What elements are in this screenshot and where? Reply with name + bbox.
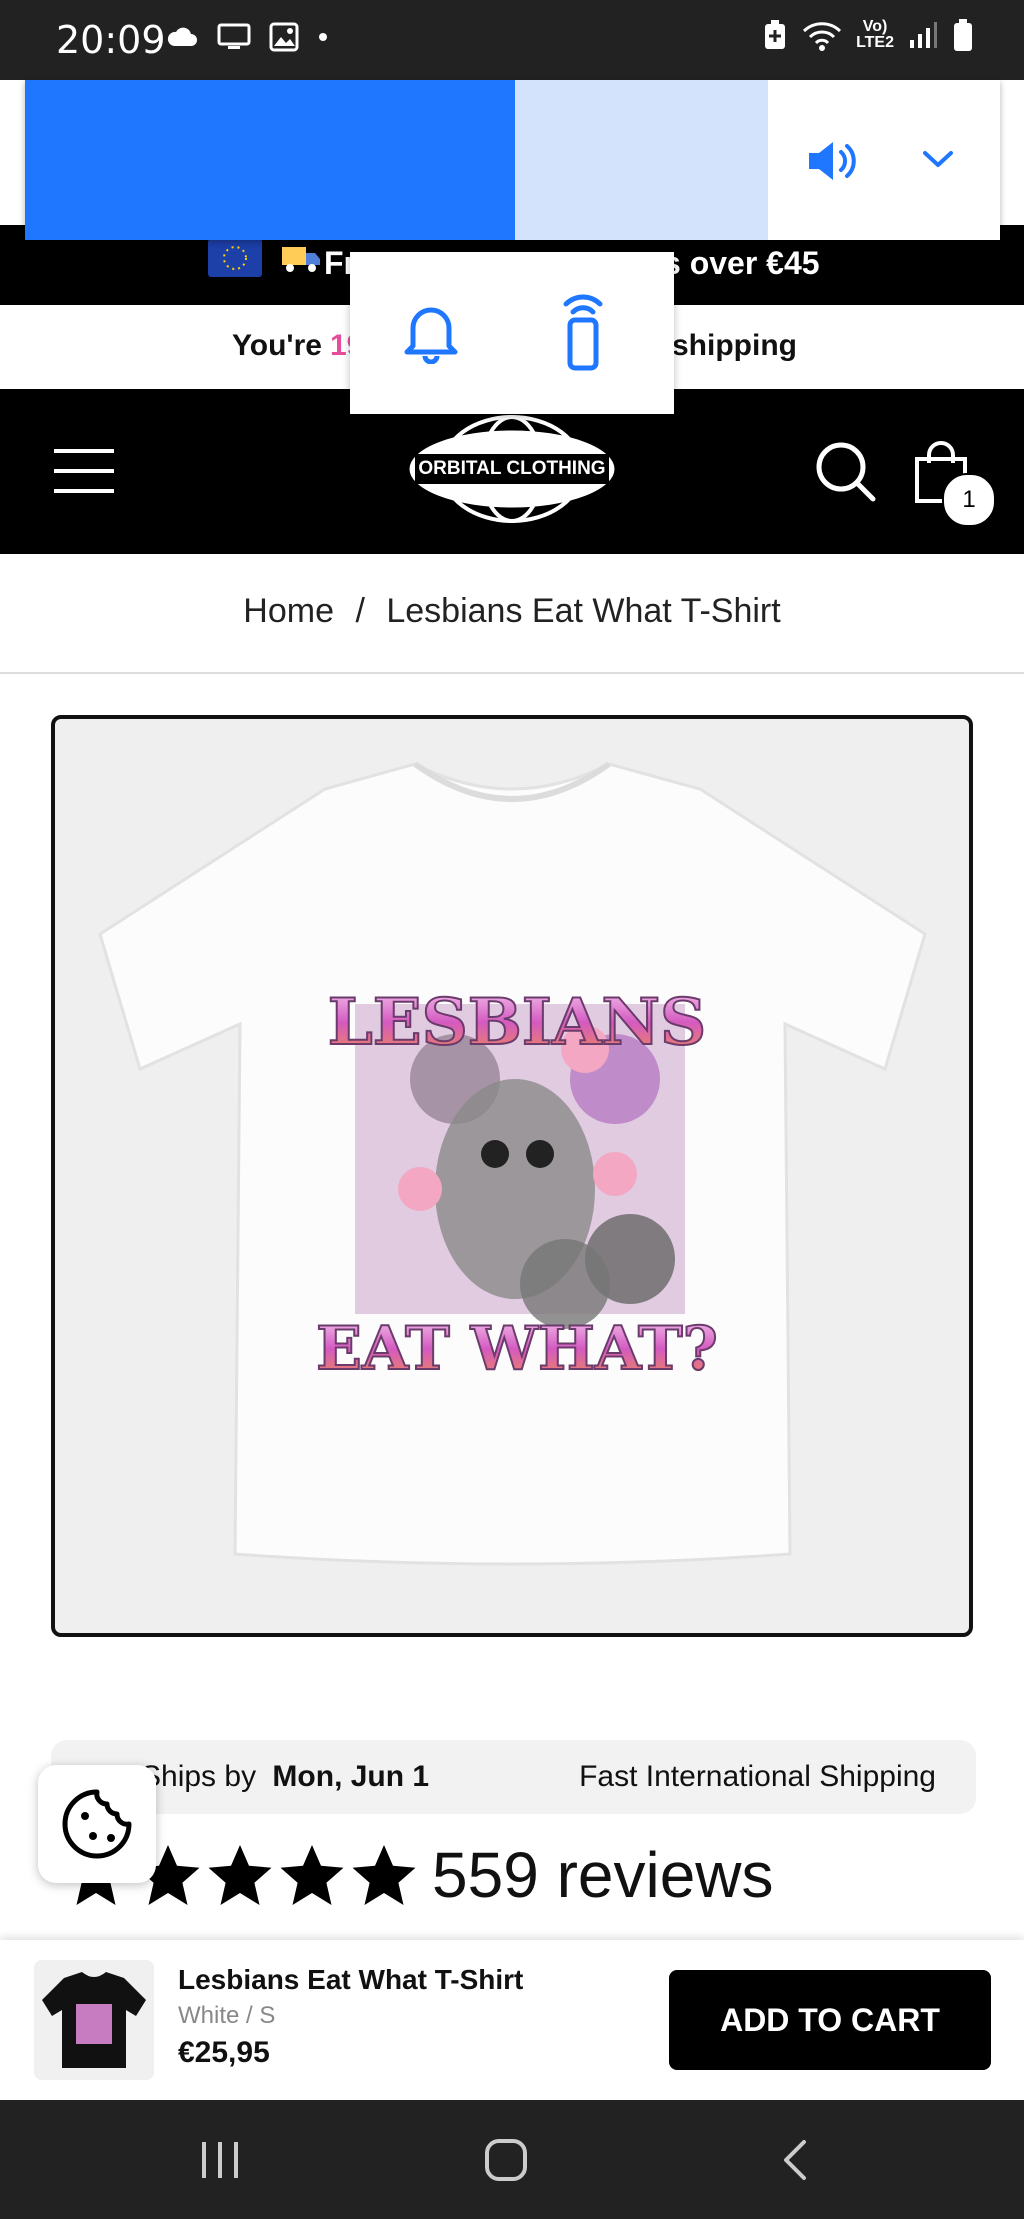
review-count: 559 reviews — [432, 1839, 774, 1911]
breadcrumb: Home / Lesbians Eat What T-Shirt — [0, 554, 1024, 674]
breadcrumb-separator: / — [355, 592, 365, 630]
sound-mode-panel — [350, 252, 674, 414]
bell-icon[interactable] — [403, 300, 459, 364]
breadcrumb-current: Lesbians Eat What T-Shirt — [386, 592, 781, 630]
cookie-icon — [62, 1789, 132, 1859]
battery-icon — [954, 19, 972, 51]
speaker-icon[interactable] — [805, 138, 861, 184]
cast-screen-icon — [217, 23, 251, 49]
graphic-bottom-text: EAT WHAT? — [316, 1314, 718, 1384]
remote-icon[interactable] — [558, 292, 608, 372]
shipping-suffix: shipping — [672, 329, 797, 362]
sticky-product-name: Lesbians Eat What T-Shirt — [178, 1964, 524, 1995]
announcement-text-right: s over €45 — [663, 245, 820, 281]
sticky-product-price: €25,95 — [178, 2036, 270, 2069]
shipping-prefix: You're — [232, 329, 322, 362]
signal-icon — [910, 22, 937, 48]
network-type: Vo) LTE2 — [856, 18, 894, 51]
volume-panel — [25, 80, 1000, 240]
product-image[interactable]: LESBIANS EAT WHAT? — [51, 715, 973, 1637]
dot-icon — [319, 33, 327, 41]
star-icon — [208, 1845, 272, 1905]
reviews-summary[interactable]: 559 reviews — [60, 1830, 774, 1920]
cloud-icon — [167, 27, 197, 46]
wifi-icon — [803, 22, 842, 51]
home-icon[interactable] — [484, 2138, 528, 2182]
clock: 20:09 — [56, 18, 166, 62]
ships-info: Ships by Mon, Jun 1 Fast International S… — [51, 1740, 976, 1814]
search-icon[interactable] — [815, 441, 877, 503]
gallery-icon — [269, 22, 299, 52]
menu-icon[interactable] — [54, 447, 116, 495]
product-thumbnail — [34, 1960, 154, 2080]
logo[interactable]: ORBITAL CLOTHING — [405, 414, 619, 524]
truck-icon — [282, 247, 320, 272]
battery-saver-icon — [765, 20, 786, 49]
back-icon[interactable] — [778, 2138, 810, 2182]
volume-level-fill[interactable] — [25, 80, 515, 240]
ships-by: Ships by Mon, Jun 1 — [141, 1760, 430, 1793]
status-bar: 20:09 Vo) LTE2 — [0, 0, 1024, 80]
tshirt-illustration: LESBIANS EAT WHAT? — [98, 761, 927, 1566]
logo-text: ORBITAL CLOTHING — [418, 458, 606, 479]
system-nav-bar — [0, 2100, 1024, 2219]
recent-apps-icon[interactable] — [198, 2140, 242, 2180]
fast-shipping-text: Fast International Shipping — [579, 1760, 936, 1793]
add-to-cart-button[interactable]: ADD TO CART — [669, 1970, 991, 2070]
sticky-product-variant: White / S — [178, 2002, 276, 2029]
eu-flag-icon — [208, 239, 262, 277]
graphic-top-text: LESBIANS — [328, 985, 706, 1060]
sticky-add-to-cart: Lesbians Eat What T-Shirt White / S €25,… — [0, 1940, 1024, 2100]
cookie-settings-button[interactable] — [38, 1765, 156, 1883]
chevron-down-icon[interactable] — [921, 148, 955, 170]
star-icon — [280, 1845, 344, 1905]
breadcrumb-home[interactable]: Home — [243, 592, 334, 630]
star-icon — [352, 1845, 416, 1905]
cart-count-badge: 1 — [942, 473, 996, 527]
volume-slider-track[interactable] — [515, 80, 768, 240]
